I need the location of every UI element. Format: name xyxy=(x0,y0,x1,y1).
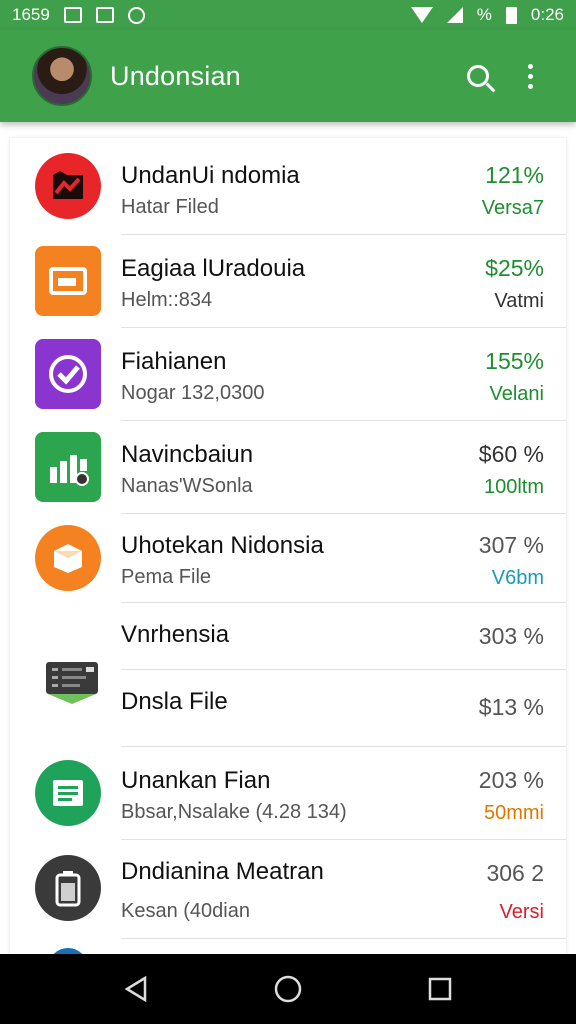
picture-icon xyxy=(34,246,102,316)
avatar[interactable] xyxy=(32,46,92,106)
status-time-left: 1659 xyxy=(12,5,50,24)
item-title: Uhotekan Nidonsia xyxy=(121,532,324,559)
item-subtitle: Bbsar,Nsalake (4.28 134) xyxy=(121,801,347,823)
item-value: 307 % xyxy=(478,532,544,558)
item-list: UndanUi ndomia Hatar Filed 121% Versa7 E… xyxy=(10,138,566,954)
status-time-right: 0:26 xyxy=(530,5,564,24)
item-value: 303 % xyxy=(478,623,544,649)
list-item[interactable]: Dndianina Meatran Kesan (40dian 306 2 Ve… xyxy=(10,840,566,938)
item-title: Vnrhensia xyxy=(121,621,230,648)
recents-button[interactable] xyxy=(410,959,470,1019)
item-tag: V6bm xyxy=(491,567,544,589)
overflow-menu-button[interactable] xyxy=(504,50,556,102)
item-subtitle: Hatar Filed xyxy=(121,196,219,218)
app-title: Undonsian xyxy=(110,60,241,91)
app-bar: Undonsian xyxy=(0,30,576,122)
item-subtitle: Pema File xyxy=(121,566,212,588)
item-subtitle: Kesan (40dian xyxy=(121,900,250,922)
item-title: Eagiaa lUradouia xyxy=(121,255,306,282)
battery-percent: % xyxy=(476,5,492,24)
item-tag: 50mmi xyxy=(483,802,544,824)
list-item[interactable]: Eagiaa lUradouia Helm::834 $25% Vatmi xyxy=(10,235,566,327)
item-title: Fiahianen xyxy=(121,348,227,375)
item-tag: Vatmi xyxy=(494,290,544,312)
search-icon xyxy=(467,65,489,87)
item-tag: 100ltm xyxy=(483,476,544,498)
back-button[interactable] xyxy=(106,959,166,1019)
item-subtitle: Helm::834 xyxy=(121,289,213,311)
item-title: UndanUi ndomia xyxy=(121,162,300,189)
list-item[interactable]: Unankan Fian Bbsar,Nsalake (4.28 134) 20… xyxy=(10,747,566,839)
item-value: 155% xyxy=(485,348,544,374)
item-title: Dndianina Meatran xyxy=(121,858,324,885)
item-value: $13 % xyxy=(478,694,544,720)
item-value: 306 2 xyxy=(486,860,544,886)
list-item[interactable]: Uhotekan Nidonsia Pema File 307 % V6bm xyxy=(10,514,566,602)
divider xyxy=(121,938,566,939)
list-item[interactable]: UndanUi ndomia Hatar Filed 121% Versa7 xyxy=(10,138,566,234)
list-item[interactable]: Dnsla File $13 % xyxy=(10,670,566,746)
item-value: 203 % xyxy=(478,767,544,793)
item-title: Dnsla File xyxy=(121,688,228,715)
item-tag: Versi xyxy=(499,901,544,923)
photo-notification-icon xyxy=(95,7,114,23)
search-button[interactable] xyxy=(452,50,504,102)
item-tag: Velani xyxy=(489,383,545,405)
phone-icon xyxy=(34,854,102,922)
home-icon xyxy=(274,975,302,1003)
item-tag: Versa7 xyxy=(481,197,544,219)
recents-icon xyxy=(428,977,452,1001)
item-subtitle: Nanas'WSonla xyxy=(121,475,253,497)
bar-chart-icon xyxy=(34,432,102,502)
box-icon xyxy=(34,524,102,592)
document-icon xyxy=(34,759,102,827)
list-item[interactable]: Navincbaiun Nanas'WSonla $60 % 100ltm xyxy=(10,421,566,513)
check-icon xyxy=(34,339,102,409)
more-vert-icon xyxy=(527,63,533,89)
home-button[interactable] xyxy=(258,959,318,1019)
wifi-icon xyxy=(410,7,433,23)
item-title: Unankan Fian xyxy=(121,767,271,794)
item-value: $25% xyxy=(485,255,544,281)
signal-icon xyxy=(446,7,463,23)
list-item[interactable]: Fiahianen Nogar 132,0300 155% Velani xyxy=(10,328,566,420)
status-bar: 1659 % 0:26 xyxy=(0,0,576,30)
image-notification-icon xyxy=(63,7,82,23)
item-value: 121% xyxy=(485,162,544,188)
navigation-bar xyxy=(0,954,576,1024)
flag-icon xyxy=(34,152,102,220)
item-subtitle: Nogar 132,0300 xyxy=(121,382,265,404)
item-title: Navincbaiun xyxy=(121,441,254,468)
item-value: $60 % xyxy=(478,441,544,467)
back-icon xyxy=(124,975,147,1003)
battery-icon xyxy=(505,6,517,24)
sync-notification-icon xyxy=(127,6,145,24)
